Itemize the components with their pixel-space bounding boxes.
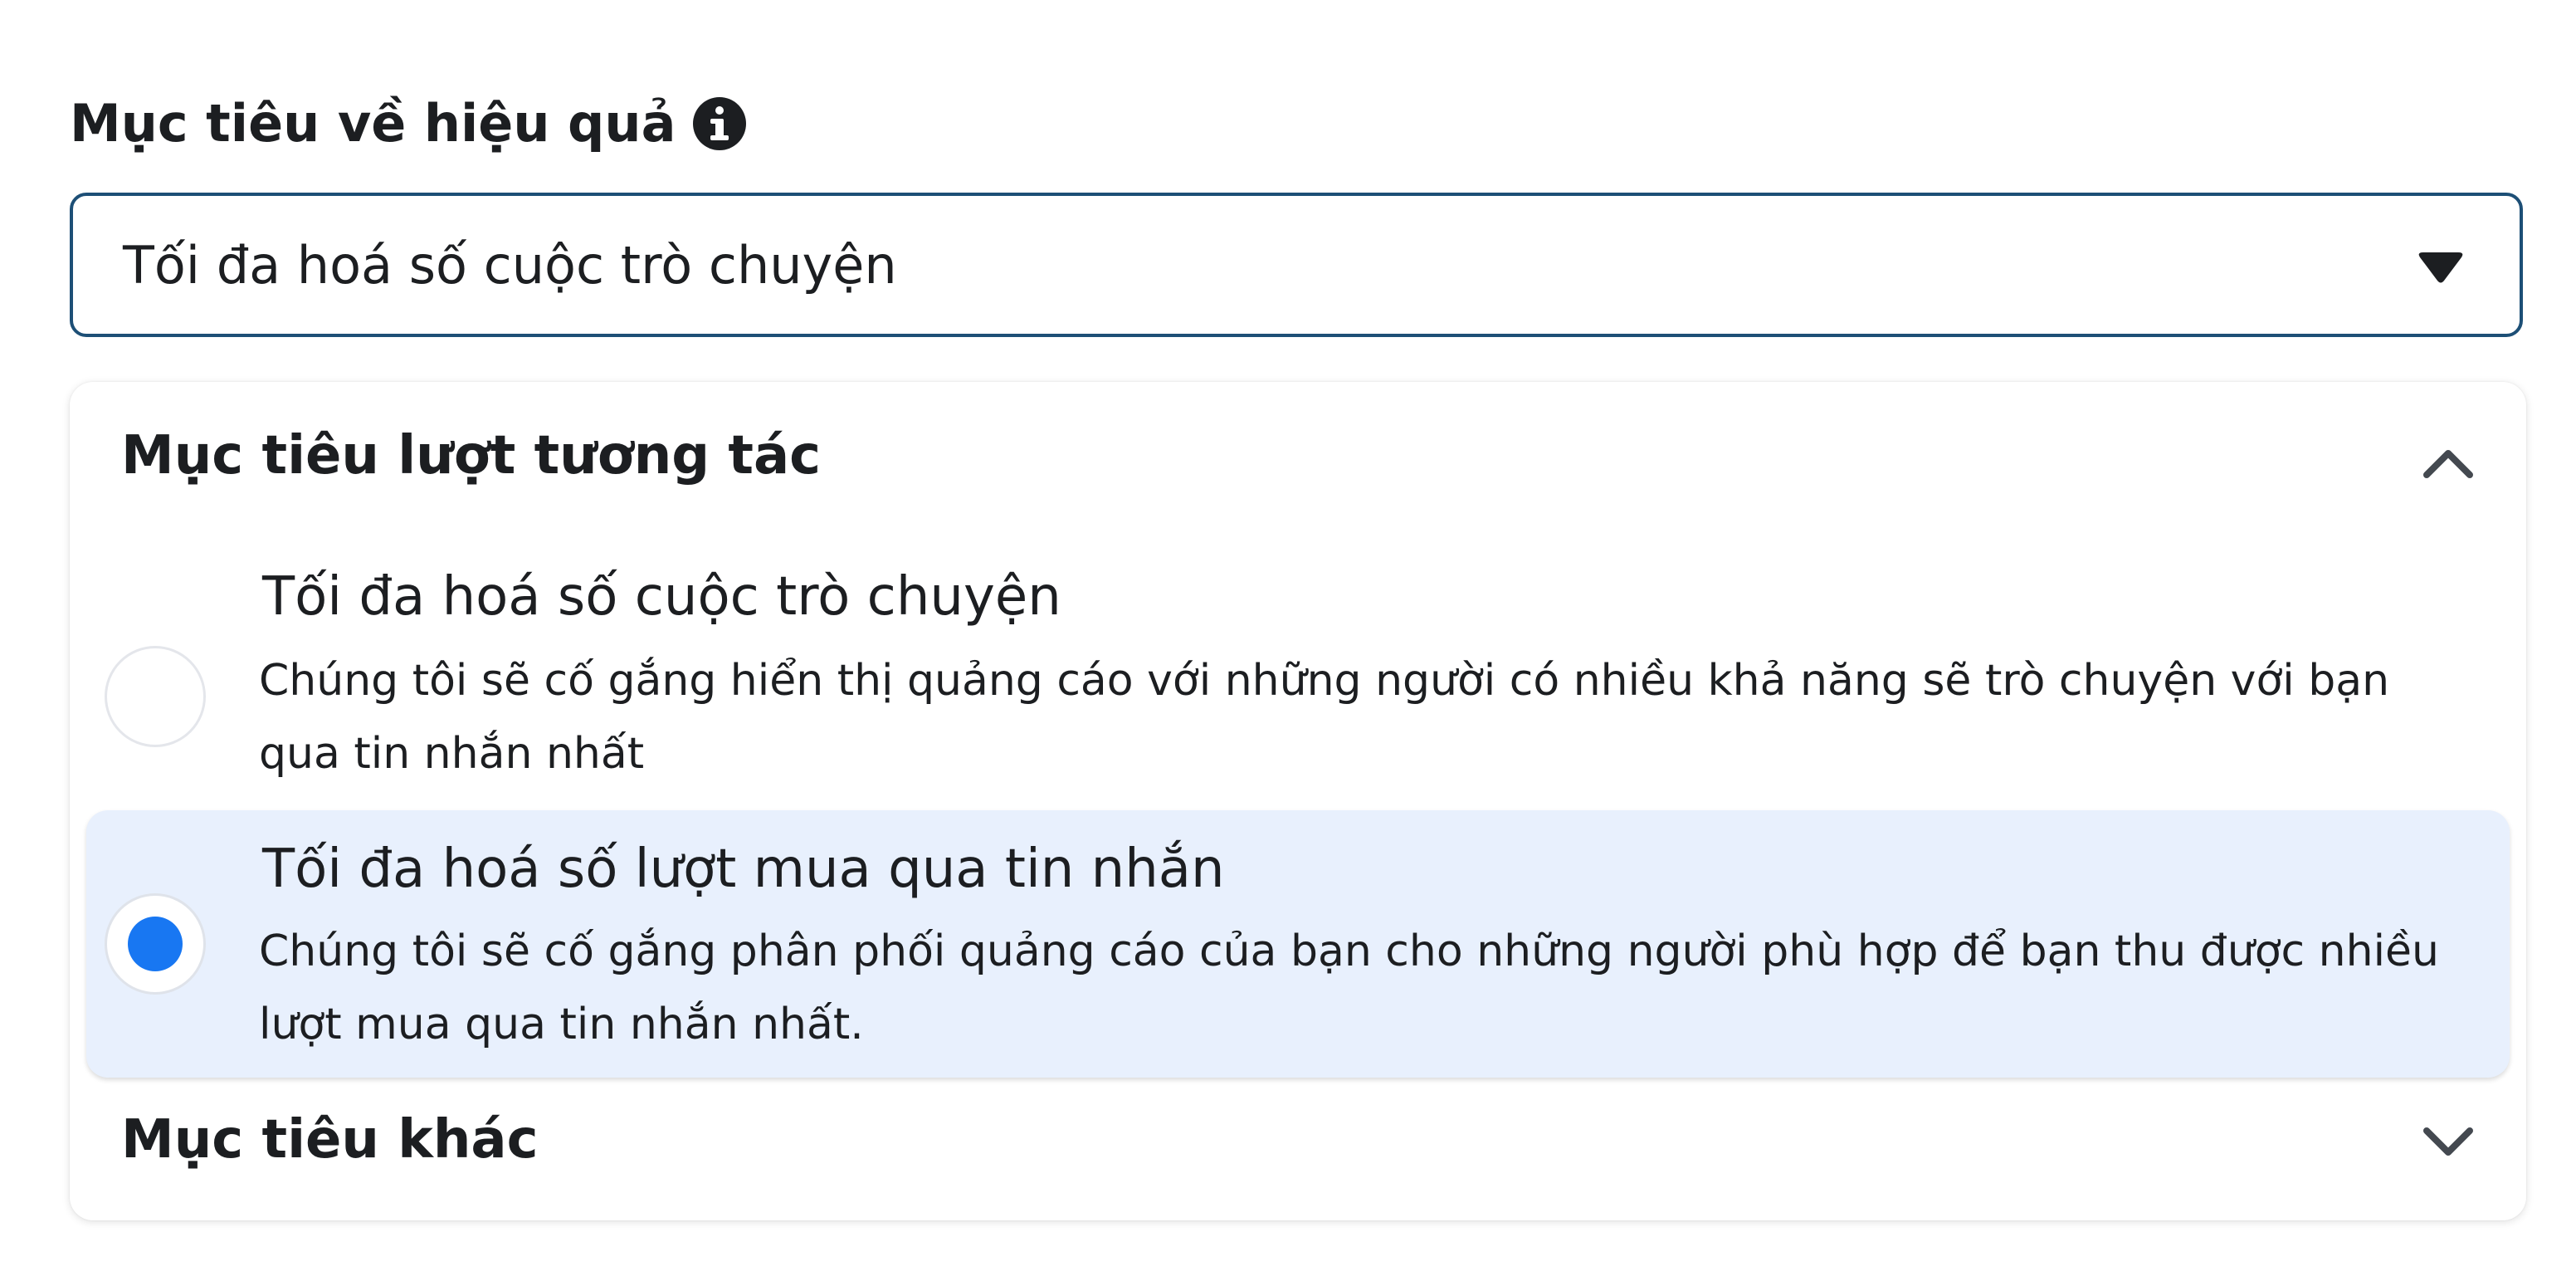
performance-goal-label: Mục tiêu về hiệu quả [70,93,747,154]
option-title: Tối đa hoá số lượt mua qua tin nhắn [262,839,1225,900]
chevron-down-icon[interactable] [2422,1126,2475,1159]
caret-down-icon [2418,252,2463,283]
radio-maximize-message-purchases[interactable] [105,893,206,995]
chevron-up-icon[interactable] [2422,447,2475,480]
dropdown-selected-value: Tối đa hoá số cuộc trò chuyện [123,234,897,296]
performance-goal-label-text: Mục tiêu về hiệu quả [70,93,676,154]
option-maximize-message-purchases[interactable]: Tối đa hoá số lượt mua qua tin nhắn Chún… [86,810,2510,1078]
performance-goal-dropdown[interactable]: Tối đa hoá số cuộc trò chuyện [70,193,2523,337]
performance-goal-panel: Mục tiêu về hiệu quả Tối đa hoá số cuộc … [0,0,2576,1281]
option-description: Chúng tôi sẽ cố gắng phân phối quảng cáo… [259,927,2439,1049]
other-goals-header[interactable]: Mục tiêu khác [121,1109,539,1171]
goal-options-card: Mục tiêu lượt tương tác Tối đa hoá số cu… [70,382,2526,1220]
option-title: Tối đa hoá số cuộc trò chuyện [262,566,1061,628]
radio-selected-dot [128,917,183,971]
radio-maximize-conversations[interactable] [105,646,206,747]
option-description: Chúng tôi sẽ cố gắng hiển thị quảng cáo … [259,656,2390,779]
engagement-goals-header[interactable]: Mục tiêu lượt tương tác [121,425,821,486]
option-maximize-conversations[interactable]: Tối đa hoá số cuộc trò chuyện Chúng tôi … [86,565,2510,814]
info-icon[interactable] [692,96,747,151]
